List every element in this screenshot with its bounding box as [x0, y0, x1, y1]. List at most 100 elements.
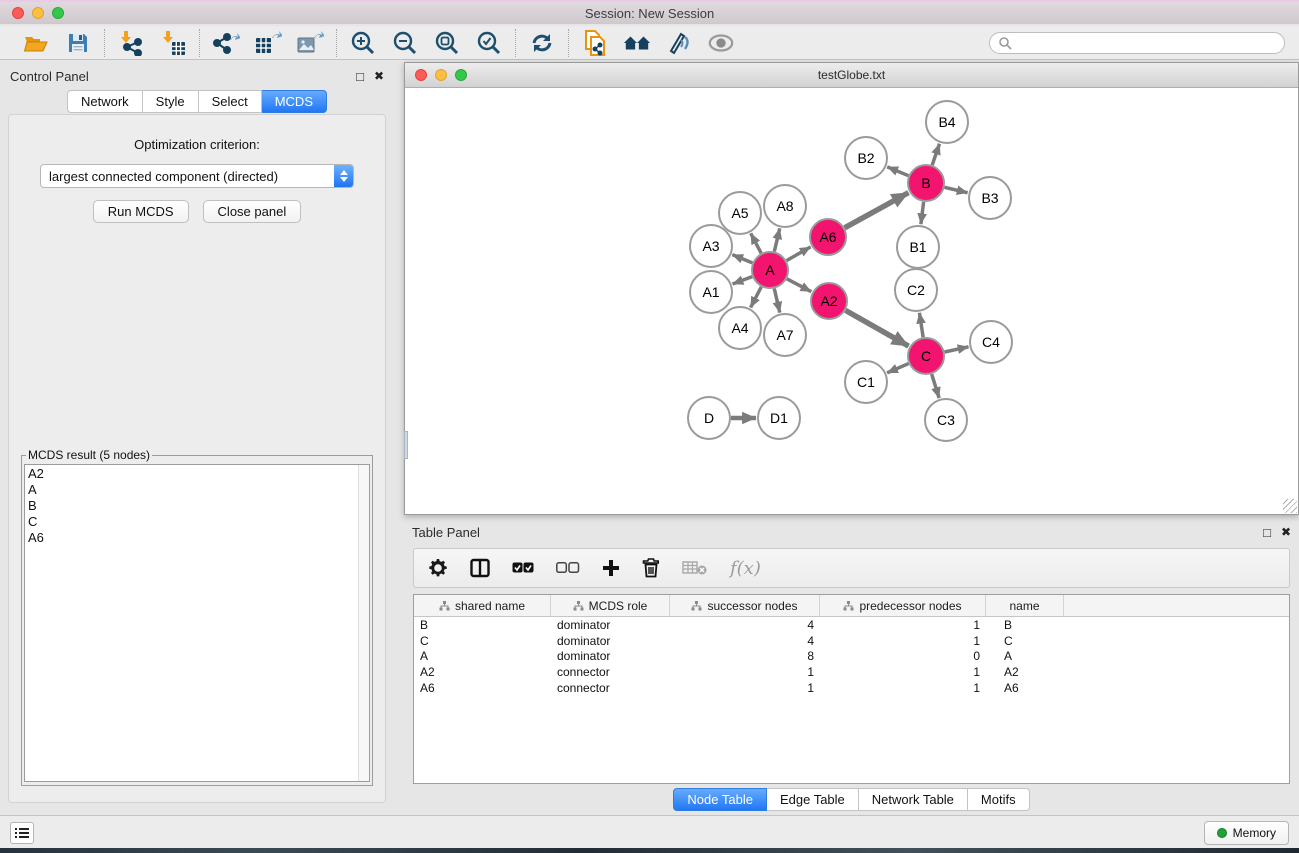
close-panel-button[interactable]: Close panel — [203, 200, 302, 223]
clone-network-icon[interactable] — [581, 29, 609, 57]
close-window-button[interactable] — [12, 7, 24, 19]
list-item[interactable]: A2 — [28, 466, 366, 482]
graph-edge-A-A8[interactable] — [774, 228, 779, 251]
graph-node-A4[interactable]: A4 — [719, 307, 761, 349]
table-row[interactable]: A6connector11A6 — [414, 680, 1289, 696]
graph-edge-A2-C[interactable] — [846, 310, 909, 346]
import-network-icon[interactable] — [117, 29, 145, 57]
import-table-icon[interactable] — [159, 29, 187, 57]
unselect-all-columns-icon[interactable] — [556, 562, 580, 574]
zoom-network-window-button[interactable] — [455, 69, 467, 81]
tab-style[interactable]: Style — [143, 90, 199, 113]
graph-edge-A6-B[interactable] — [845, 193, 909, 228]
function-builder-icon[interactable]: f(x) — [730, 558, 761, 579]
close-panel-icon[interactable]: ✖ — [374, 70, 384, 82]
graph-edge-A-A1[interactable] — [733, 277, 753, 284]
graph-edge-B-B1[interactable] — [921, 202, 924, 224]
column-header-mcds-role[interactable]: MCDS role — [551, 595, 670, 616]
export-image-icon[interactable] — [296, 29, 324, 57]
table-row[interactable]: Bdominator41B — [414, 617, 1289, 633]
show-column-icon[interactable] — [470, 558, 490, 578]
list-item[interactable]: C — [28, 514, 366, 530]
graph-edge-A-A2[interactable] — [787, 279, 811, 292]
graph-edge-B-B3[interactable] — [944, 187, 967, 192]
graph-node-A5[interactable]: A5 — [719, 192, 761, 234]
graph-node-A1[interactable]: A1 — [690, 271, 732, 313]
graph-node-D1[interactable]: D1 — [758, 397, 800, 439]
column-header-successor-nodes[interactable]: successor nodes — [670, 595, 820, 616]
network-canvas[interactable]: AA1A2A3A4A5A6A7A8BB1B2B3B4CC1C2C3C4DD1 — [405, 88, 1298, 514]
splitpane-grip[interactable] — [404, 431, 408, 459]
graph-node-B3[interactable]: B3 — [969, 177, 1011, 219]
hide-graphics-icon[interactable] — [665, 29, 693, 57]
graph-node-B1[interactable]: B1 — [897, 226, 939, 268]
graph-node-C[interactable]: C — [908, 338, 944, 374]
zoom-window-button[interactable] — [52, 7, 64, 19]
graph-node-A2[interactable]: A2 — [811, 283, 847, 319]
tab-edge-table[interactable]: Edge Table — [767, 788, 859, 811]
tab-motifs[interactable]: Motifs — [968, 788, 1030, 811]
criterion-dropdown[interactable]: largest connected component (directed) — [40, 164, 354, 188]
graph-edge-A-A4[interactable] — [751, 287, 762, 308]
graph-edge-C-C4[interactable] — [945, 347, 969, 352]
minimize-network-window-button[interactable] — [435, 69, 447, 81]
select-all-columns-icon[interactable] — [512, 562, 534, 574]
memory-button[interactable]: Memory — [1204, 821, 1289, 845]
graph-node-A8[interactable]: A8 — [764, 185, 806, 227]
run-mcds-button[interactable]: Run MCDS — [93, 200, 189, 223]
log-console-button[interactable] — [10, 822, 34, 844]
tab-network-table[interactable]: Network Table — [859, 788, 968, 811]
network-window-titlebar[interactable]: testGlobe.txt — [405, 63, 1298, 88]
list-item[interactable]: A6 — [28, 530, 366, 546]
graph-edge-A-A5[interactable] — [751, 233, 761, 253]
graphics-details-icon[interactable] — [707, 29, 735, 57]
graph-edge-A-A3[interactable] — [732, 255, 752, 263]
graph-edge-C-C2[interactable] — [919, 313, 923, 337]
graph-edge-C-C3[interactable] — [932, 374, 939, 398]
zoom-in-icon[interactable] — [349, 29, 377, 57]
graph-node-C3[interactable]: C3 — [925, 399, 967, 441]
graph-edge-A-A7[interactable] — [774, 289, 780, 313]
graph-node-A3[interactable]: A3 — [690, 225, 732, 267]
delete-table-icon[interactable] — [682, 560, 708, 576]
float-panel-icon[interactable]: □ — [356, 70, 364, 83]
graph-node-C4[interactable]: C4 — [970, 321, 1012, 363]
tab-mcds[interactable]: MCDS — [262, 90, 327, 113]
tab-select[interactable]: Select — [199, 90, 262, 113]
graph-node-D[interactable]: D — [688, 397, 730, 439]
search-input[interactable] — [989, 32, 1285, 54]
column-header-name[interactable]: name — [986, 595, 1064, 616]
export-table-icon[interactable] — [254, 29, 282, 57]
graph-node-A[interactable]: A — [752, 252, 788, 288]
window-resize-grip[interactable] — [1283, 499, 1297, 513]
refresh-icon[interactable] — [528, 29, 556, 57]
graph-node-B2[interactable]: B2 — [845, 137, 887, 179]
graph-edge-A-A6[interactable] — [787, 247, 811, 261]
delete-icon[interactable] — [642, 558, 660, 578]
minimize-window-button[interactable] — [32, 7, 44, 19]
mcds-result-list[interactable]: A2 A B C A6 — [24, 464, 370, 782]
float-table-panel-icon[interactable]: □ — [1263, 526, 1271, 539]
export-network-icon[interactable] — [212, 29, 240, 57]
column-header-shared-name[interactable]: shared name — [414, 595, 551, 616]
graph-edge-B-B2[interactable] — [887, 167, 908, 176]
graph-node-C1[interactable]: C1 — [845, 361, 887, 403]
zoom-fit-icon[interactable] — [433, 29, 461, 57]
list-scrollbar[interactable] — [358, 465, 369, 781]
list-item[interactable]: A — [28, 482, 366, 498]
graph-edge-B-B4[interactable] — [932, 144, 939, 165]
column-header-predecessor-nodes[interactable]: predecessor nodes — [820, 595, 986, 616]
graph-node-B4[interactable]: B4 — [926, 101, 968, 143]
table-row[interactable]: A2connector11A2 — [414, 664, 1289, 680]
list-item[interactable]: B — [28, 498, 366, 514]
graph-node-A7[interactable]: A7 — [764, 314, 806, 356]
graph-edge-C-C1[interactable] — [887, 364, 908, 373]
tab-node-table[interactable]: Node Table — [673, 788, 767, 811]
close-table-panel-icon[interactable]: ✖ — [1281, 526, 1291, 538]
add-icon[interactable] — [602, 559, 620, 577]
table-row[interactable]: Cdominator41C — [414, 633, 1289, 649]
save-session-icon[interactable] — [64, 29, 92, 57]
graph-node-C2[interactable]: C2 — [895, 269, 937, 311]
table-row[interactable]: Adominator80A — [414, 648, 1289, 664]
network-overview-icon[interactable] — [623, 29, 651, 57]
